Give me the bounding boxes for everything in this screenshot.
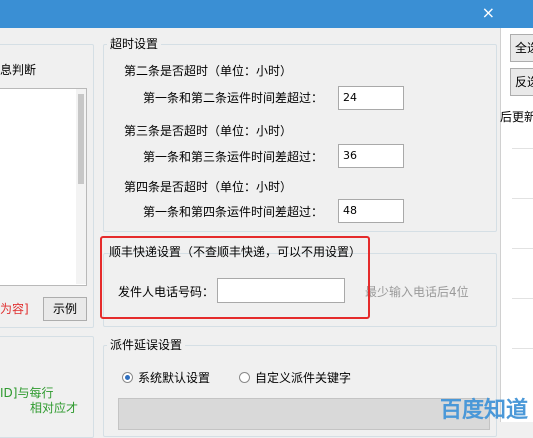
window-titlebar	[0, 0, 533, 28]
radio-custom-label: 自定义派件关键字	[255, 371, 352, 385]
delay-group-title: 派件延误设置	[107, 338, 186, 352]
timeout-row-label: 第一条和第三条运件时间差超过：	[143, 150, 324, 164]
timeout-input-4[interactable]: 48	[338, 199, 404, 223]
green-note-2: 相对应才	[30, 401, 79, 415]
info-judge-label: 息判断	[0, 63, 37, 77]
watermark-logo: 百度知道	[440, 398, 529, 423]
radio-default[interactable]	[122, 372, 133, 383]
select-all-button[interactable]: 全选	[510, 34, 533, 62]
info-textarea[interactable]	[0, 88, 87, 286]
sf-hint: 最少输入电话后4位	[365, 285, 469, 299]
right-divider-3	[512, 248, 533, 249]
right-divider-2	[512, 198, 533, 199]
right-divider-5	[512, 348, 533, 349]
timeout-row-heading: 第四条是否超时（单位：小时）	[124, 180, 293, 194]
timeout-group-title: 超时设置	[107, 37, 162, 51]
example-button[interactable]: 示例	[43, 297, 87, 321]
right-divider-4	[512, 298, 533, 299]
red-content-label: 为容]	[0, 302, 29, 316]
timeout-row-label: 第一条和第二条运件时间差超过：	[143, 91, 324, 105]
close-icon[interactable]: ×	[482, 4, 495, 22]
timeout-row-heading: 第三条是否超时（单位：小时）	[124, 124, 293, 138]
radio-default-label: 系统默认设置	[138, 371, 211, 385]
timeout-input-2[interactable]: 24	[338, 86, 404, 110]
delay-keyword-box[interactable]	[118, 398, 490, 430]
invert-select-button[interactable]: 反选	[510, 68, 533, 96]
timeout-row-heading: 第二条是否超时（单位：小时）	[124, 64, 293, 78]
sf-highlight-box	[100, 236, 370, 319]
right-divider-1	[512, 148, 533, 149]
after-update-label: 后更新	[500, 110, 533, 124]
scrollbar-thumb[interactable]	[78, 94, 84, 184]
radio-custom[interactable]	[239, 372, 250, 383]
timeout-row-label: 第一条和第四条运件时间差超过：	[143, 205, 324, 219]
green-note-1: ID]与每行	[0, 386, 54, 400]
timeout-input-3[interactable]: 36	[338, 144, 404, 168]
